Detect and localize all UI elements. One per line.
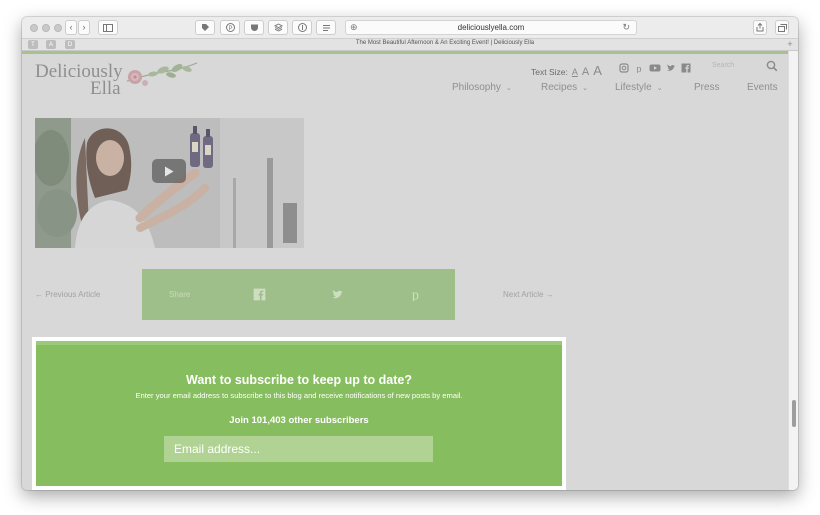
scrollbar-thumb[interactable] <box>792 400 796 427</box>
text-size-medium-button[interactable]: A <box>582 66 589 78</box>
subscribe-description: Enter your email address to subscribe to… <box>135 391 463 400</box>
twitter-icon <box>331 289 343 298</box>
forward-button[interactable]: › <box>78 20 90 35</box>
url-text: deliciouslyella.com <box>457 23 525 32</box>
logo-flower-icon <box>126 62 198 86</box>
browser-window: ‹ › P ⊕ deliciouslyella.com ↻ T A D The … <box>22 17 798 490</box>
text-size-small-button[interactable]: A <box>572 67 578 77</box>
new-tab-button[interactable]: + <box>785 39 795 49</box>
nav-item-label: Press <box>694 82 720 93</box>
share-label: Share <box>169 290 191 299</box>
tab-bar: T A D The Most Beautiful Afternoon & An … <box>22 39 798 51</box>
reader-icon <box>322 24 330 31</box>
share-page-button[interactable] <box>753 20 767 35</box>
address-bar[interactable]: ⊕ deliciouslyella.com ↻ <box>345 20 637 35</box>
play-icon <box>165 166 174 176</box>
share-icon <box>756 23 764 32</box>
chevron-left-icon: ‹ <box>69 22 73 32</box>
subscribe-panel: Want to subscribe to keep up to date? En… <box>36 341 562 486</box>
pocket-icon <box>250 24 258 31</box>
site-logo[interactable]: Deliciously Ella <box>35 61 200 101</box>
nav-item-philosophy[interactable]: Philosophy ⌄ <box>452 82 512 93</box>
tab-title[interactable]: The Most Beautiful Afternoon & An Exciti… <box>112 40 778 46</box>
sidebar-icon <box>103 23 113 32</box>
nav-item-events[interactable]: Events <box>747 82 778 93</box>
subscribe-widget: Want to subscribe to keep up to date? En… <box>32 337 566 490</box>
previous-article-link[interactable]: ← Previous Article <box>35 290 100 299</box>
youtube-icon[interactable] <box>649 63 661 73</box>
video-play-button[interactable] <box>152 159 186 183</box>
favorite-d-label: D <box>67 41 73 48</box>
nav-item-lifestyle[interactable]: Lifestyle ⌄ <box>615 82 663 93</box>
nav-item-label: Philosophy <box>452 82 501 93</box>
svg-text:p: p <box>411 288 418 301</box>
svg-text:p: p <box>637 64 642 73</box>
pinterest-icon[interactable]: p <box>634 63 644 73</box>
reader-button[interactable] <box>316 20 336 35</box>
nav-item-label: Lifestyle <box>615 82 652 93</box>
search-icon[interactable] <box>766 60 778 72</box>
minimize-window-button[interactable] <box>42 24 50 32</box>
share-twitter-button[interactable] <box>330 287 344 301</box>
chevron-down-icon: ⌄ <box>582 84 589 92</box>
reload-icon[interactable]: ↻ <box>622 22 630 33</box>
twitter-icon[interactable] <box>666 63 676 73</box>
show-tabs-button[interactable] <box>775 20 789 35</box>
nav-item-press[interactable]: Press <box>694 82 720 93</box>
logo-text-line2: Ella <box>90 78 121 99</box>
facebook-icon[interactable] <box>681 63 691 73</box>
instagram-icon[interactable] <box>619 63 629 73</box>
tabs-overview-icon <box>777 23 787 32</box>
pocket-extension-button[interactable] <box>244 20 264 35</box>
chevron-down-icon: ⌄ <box>505 84 512 92</box>
facebook-icon <box>253 288 265 300</box>
nav-item-label: Recipes <box>541 82 578 93</box>
page-scrollbar[interactable] <box>788 51 798 490</box>
sidebar-toggle-button[interactable] <box>98 20 118 35</box>
nav-item-recipes[interactable]: Recipes ⌄ <box>541 82 588 93</box>
share-bar: Share p <box>142 269 455 320</box>
add-bookmark-icon[interactable]: ⊕ <box>350 22 358 33</box>
chevron-down-icon: ⌄ <box>656 84 663 92</box>
onepassword-extension-button[interactable] <box>292 20 312 35</box>
favorite-a[interactable]: A <box>46 40 56 49</box>
web-page: Deliciously Ella Text Size: A A A p Sear… <box>22 51 788 490</box>
favorite-t[interactable]: T <box>28 40 38 49</box>
back-button[interactable]: ‹ <box>65 20 77 35</box>
subscribe-title: Want to subscribe to keep up to date? <box>186 373 412 387</box>
pinterest-extension-button[interactable]: P <box>220 20 240 35</box>
favorite-d[interactable]: D <box>65 40 75 49</box>
zoom-window-button[interactable] <box>54 24 62 32</box>
tag-extension-button[interactable] <box>195 20 215 35</box>
share-facebook-button[interactable] <box>252 287 266 301</box>
search-input[interactable]: Search <box>706 59 766 74</box>
email-field[interactable] <box>164 436 433 462</box>
text-size-large-button[interactable]: A <box>593 63 602 78</box>
info-circle-icon <box>297 23 307 32</box>
video-thumbnail <box>35 118 304 248</box>
share-pinterest-button[interactable]: p <box>408 287 422 301</box>
text-size-control: Text Size: A A A <box>531 63 602 78</box>
layers-icon <box>273 23 283 32</box>
close-window-button[interactable] <box>30 24 38 32</box>
embedded-video[interactable] <box>35 118 304 248</box>
pinterest-icon: P <box>225 23 235 32</box>
header-accent-line <box>22 51 788 54</box>
browser-toolbar: ‹ › P ⊕ deliciouslyella.com ↻ <box>22 17 798 39</box>
subscriber-count: Join 101,403 other subscribers <box>229 415 369 426</box>
svg-text:P: P <box>228 26 232 32</box>
buffer-extension-button[interactable] <box>268 20 288 35</box>
text-size-label: Text Size: <box>531 67 568 77</box>
pinterest-icon: p <box>411 288 418 301</box>
favorite-a-label: A <box>48 41 53 48</box>
favorite-t-label: T <box>31 41 35 48</box>
next-article-link[interactable]: Next Article → <box>503 290 554 299</box>
chevron-right-icon: › <box>82 22 86 32</box>
nav-item-label: Events <box>747 82 778 93</box>
tag-icon <box>201 24 209 31</box>
